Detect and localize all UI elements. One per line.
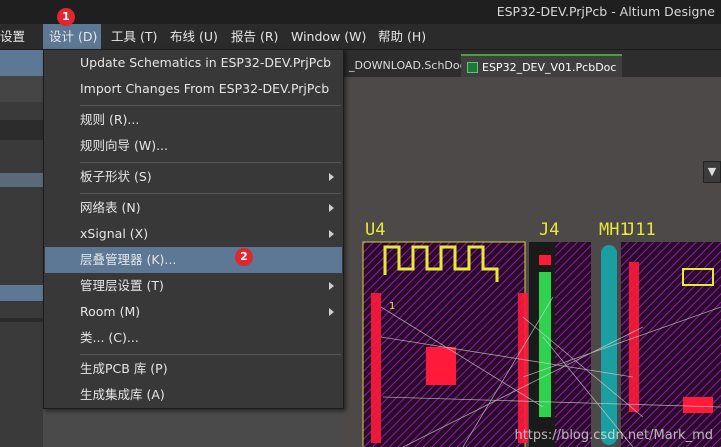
u4-footprint: [362, 241, 526, 447]
document-tabs: _DOWNLOAD.SchDoc ESP32_DEV_V01.PcbDoc: [343, 50, 721, 77]
panel-selected-row[interactable]: [0, 50, 43, 76]
step-badge-1: 1: [57, 8, 75, 26]
submenu-arrow-icon: [329, 282, 334, 290]
window-title: ESP32-DEV.PrjPcb - Altium Designe: [496, 4, 715, 19]
menu-design[interactable]: 设计 (D): [43, 24, 101, 49]
filter-button[interactable]: ▼: [703, 161, 721, 183]
pcb-doc-icon: [467, 62, 478, 73]
u4-thermal-pad: [426, 347, 456, 385]
menu-route[interactable]: 布线 (U): [164, 24, 224, 49]
step-badge-2: 2: [235, 248, 253, 266]
pcb-canvas[interactable]: U4 J4 MH1 J11 1 ▼: [343, 77, 721, 447]
panel-header: [0, 120, 43, 140]
pcb-drawing: U4 J4 MH1 J11 1: [362, 220, 721, 447]
designator-j4: J4: [539, 220, 559, 240]
menu-netlist[interactable]: 网络表 (N): [45, 195, 342, 221]
left-panel: [0, 50, 43, 447]
menu-separator: [80, 162, 341, 163]
menu-tools[interactable]: 工具 (T): [105, 24, 163, 49]
tab-schdoc[interactable]: _DOWNLOAD.SchDoc: [343, 54, 472, 77]
j4-area: [555, 242, 591, 447]
menu-window[interactable]: Window (W): [285, 24, 372, 49]
menu-board-shape[interactable]: 板子形状 (S): [45, 164, 342, 190]
menu-make-pcb-library[interactable]: 生成PCB 库 (P): [45, 356, 342, 382]
panel-row: [0, 76, 43, 102]
designator-j11: J11: [625, 220, 656, 240]
j4-pad-top: [539, 255, 551, 265]
j11-pad-bottom: [683, 397, 713, 413]
submenu-arrow-icon: [329, 230, 334, 238]
menu-rules[interactable]: 规则 (R)...: [45, 107, 342, 133]
submenu-arrow-icon: [329, 204, 334, 212]
j11-pads: [629, 262, 639, 412]
menu-settings[interactable]: 设置: [0, 24, 31, 49]
menu-separator: [80, 193, 341, 194]
menu-make-integrated-library[interactable]: 生成集成库 (A): [45, 382, 342, 408]
tab-pcbdoc[interactable]: ESP32_DEV_V01.PcbDoc: [461, 54, 623, 77]
u4-right-pads: [518, 293, 528, 443]
design-menu: Update Schematics in ESP32-DEV.PrjPcb Im…: [43, 49, 344, 409]
title-bar: ESP32-DEV.PrjPcb - Altium Designe: [0, 0, 721, 24]
watermark: https://blog.csdn.net/Mark_md: [514, 428, 713, 443]
menu-update-schematics[interactable]: Update Schematics in ESP32-DEV.PrjPcb: [45, 50, 342, 76]
panel-divider: [0, 318, 43, 322]
panel-row: [0, 173, 43, 187]
menu-xsignal[interactable]: xSignal (X): [45, 221, 342, 247]
tab-pcbdoc-label: ESP32_DEV_V01.PcbDoc: [482, 61, 617, 74]
u4-pin1-marker: 1: [389, 301, 395, 312]
menu-help[interactable]: 帮助 (H): [372, 24, 432, 49]
menu-reports[interactable]: 报告 (R): [225, 24, 284, 49]
menu-room[interactable]: Room (M): [45, 299, 342, 325]
panel-row[interactable]: [0, 285, 43, 301]
submenu-arrow-icon: [329, 308, 334, 316]
menu-import-changes[interactable]: Import Changes From ESP32-DEV.PrjPcb: [45, 76, 342, 102]
menu-layer-stack-manager[interactable]: 层叠管理器 (K)...: [45, 247, 342, 273]
menu-manage-layer-sets[interactable]: 管理层设置 (T): [45, 273, 342, 299]
submenu-arrow-icon: [329, 173, 334, 181]
menu-bar: 设置 设计 (D) 工具 (T) 布线 (U) 报告 (R) Window (W…: [0, 24, 721, 50]
menu-rule-wizard[interactable]: 规则向导 (W)...: [45, 133, 342, 159]
menu-classes[interactable]: 类... (C)...: [45, 325, 342, 351]
menu-separator: [80, 105, 341, 106]
designator-u4: U4: [365, 220, 385, 240]
menu-separator: [80, 354, 341, 355]
u4-left-pads: [371, 293, 381, 443]
